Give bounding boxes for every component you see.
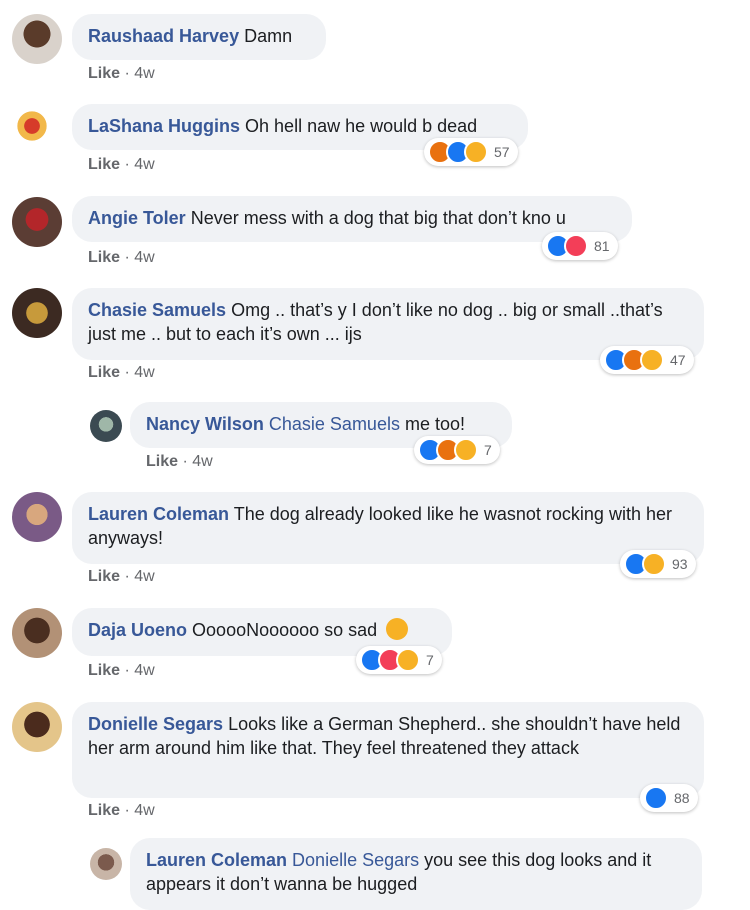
reaction-count: 88: [674, 790, 690, 806]
avatar[interactable]: [12, 608, 62, 658]
comment-actions: Like · 4w: [88, 65, 155, 83]
like-button[interactable]: Like: [88, 364, 120, 381]
like-reaction-icon: [644, 786, 668, 810]
timestamp[interactable]: · 4w: [124, 662, 154, 679]
reaction-count: 7: [484, 442, 492, 458]
avatar[interactable]: [90, 410, 122, 442]
timestamp[interactable]: · 4w: [124, 802, 154, 819]
comment-text: Never mess with a dog that big that don’…: [190, 208, 566, 228]
love-reaction-icon: [564, 234, 588, 258]
timestamp[interactable]: · 4w: [124, 249, 154, 266]
commenter-name[interactable]: LaShana Huggins: [88, 116, 240, 136]
commenter-name[interactable]: Chasie Samuels: [88, 300, 226, 320]
comment-bubble: Lauren Coleman Donielle Segars you see t…: [130, 838, 702, 910]
avatar[interactable]: [12, 14, 62, 64]
comment-text: me too!: [404, 414, 465, 434]
reaction-count: 7: [426, 652, 434, 668]
like-button[interactable]: Like: [146, 453, 178, 470]
comment-text: Damn: [244, 26, 293, 46]
comment-actions: Like · 4w: [146, 453, 213, 471]
commenter-name[interactable]: Lauren Coleman: [146, 850, 287, 870]
reactions-summary[interactable]: 57: [424, 138, 518, 166]
like-button[interactable]: Like: [88, 156, 120, 173]
comment-bubble: Raushaad Harvey Damn: [72, 14, 326, 60]
avatar[interactable]: [90, 848, 122, 880]
commenter-name[interactable]: Nancy Wilson: [146, 414, 264, 434]
comment-bubble: Donielle Segars Looks like a German Shep…: [72, 702, 704, 798]
reaction-count: 47: [670, 352, 686, 368]
commenter-name[interactable]: Lauren Coleman: [88, 504, 229, 524]
comment-actions: Like · 4w: [88, 156, 155, 174]
like-button[interactable]: Like: [88, 802, 120, 819]
comment-actions: Like · 4w: [88, 662, 155, 680]
timestamp[interactable]: · 4w: [124, 568, 154, 585]
avatar[interactable]: [12, 106, 62, 156]
reactions-summary[interactable]: 93: [620, 550, 696, 578]
reactions-summary[interactable]: 81: [542, 232, 618, 260]
like-button[interactable]: Like: [88, 662, 120, 679]
mention-link[interactable]: Donielle Segars: [292, 850, 419, 870]
reaction-count: 81: [594, 238, 610, 254]
avatar[interactable]: [12, 288, 62, 338]
disappointed-face-icon: [386, 618, 409, 640]
reaction-count: 57: [494, 144, 510, 160]
avatar[interactable]: [12, 702, 62, 752]
comment-text: OooooNoooooo so sad: [192, 620, 378, 640]
haha-reaction-icon: [642, 552, 666, 576]
haha-reaction-icon: [464, 140, 488, 164]
haha-reaction-icon: [640, 348, 664, 372]
comment-text: Oh hell naw he would b dead: [245, 116, 478, 136]
comment-bubble: Lauren Coleman The dog already looked li…: [72, 492, 704, 564]
timestamp[interactable]: · 4w: [182, 453, 212, 470]
commenter-name[interactable]: Donielle Segars: [88, 714, 223, 734]
reactions-summary[interactable]: 88: [640, 784, 698, 812]
timestamp[interactable]: · 4w: [124, 156, 154, 173]
like-button[interactable]: Like: [88, 249, 120, 266]
avatar[interactable]: [12, 492, 62, 542]
comment-actions: Like · 4w: [88, 364, 155, 382]
commenter-name[interactable]: Angie Toler: [88, 208, 186, 228]
timestamp[interactable]: · 4w: [124, 65, 154, 82]
reactions-summary[interactable]: 47: [600, 346, 694, 374]
haha-reaction-icon: [454, 438, 478, 462]
commenter-name[interactable]: Daja Uoeno: [88, 620, 187, 640]
comment-actions: Like · 4w: [88, 802, 155, 820]
avatar[interactable]: [12, 197, 62, 247]
like-button[interactable]: Like: [88, 568, 120, 585]
reaction-count: 93: [672, 556, 688, 572]
haha-reaction-icon: [396, 648, 420, 672]
reactions-summary[interactable]: 7: [414, 436, 500, 464]
mention-link[interactable]: Chasie Samuels: [269, 414, 400, 434]
comment-actions: Like · 4w: [88, 249, 155, 267]
comment-actions: Like · 4w: [88, 568, 155, 586]
like-button[interactable]: Like: [88, 65, 120, 82]
reactions-summary[interactable]: 7: [356, 646, 442, 674]
commenter-name[interactable]: Raushaad Harvey: [88, 26, 239, 46]
timestamp[interactable]: · 4w: [124, 364, 154, 381]
